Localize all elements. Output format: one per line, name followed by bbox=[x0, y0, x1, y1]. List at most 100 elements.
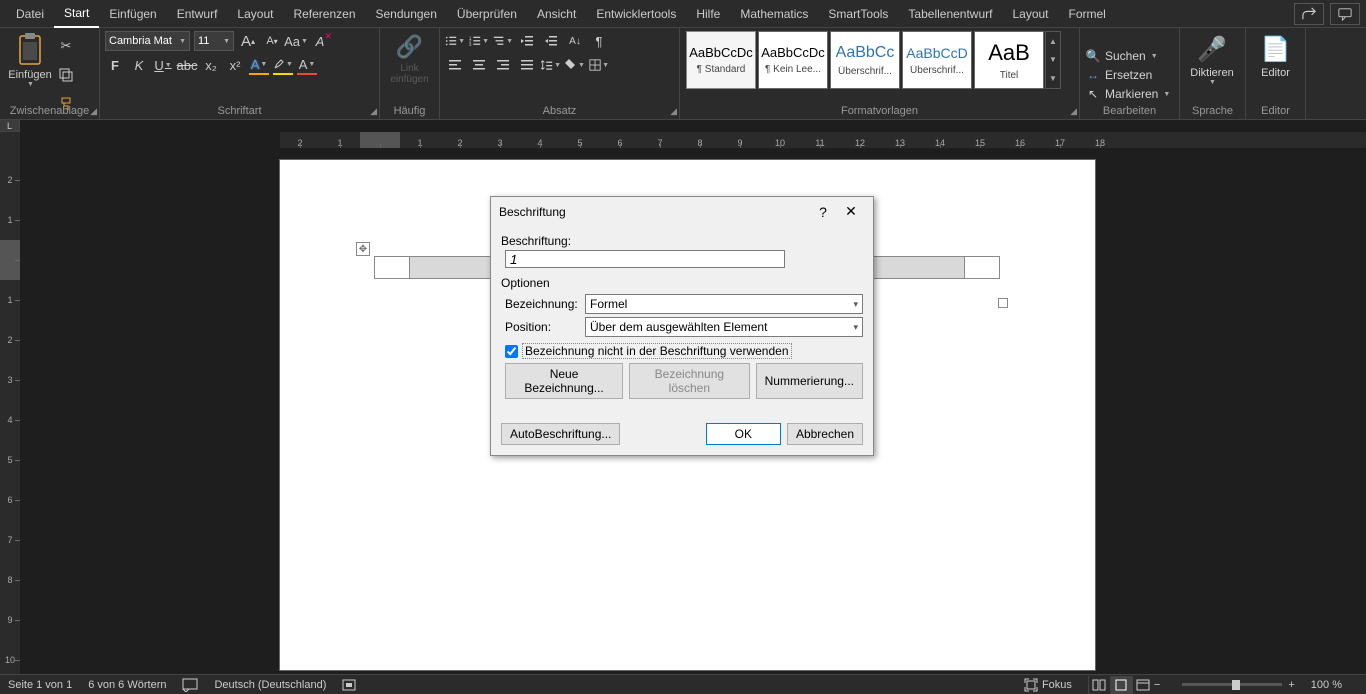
numbering-button[interactable]: 123▼ bbox=[469, 31, 489, 51]
dialog-launcher-icon[interactable]: ◢ bbox=[1070, 106, 1077, 117]
read-mode-button[interactable] bbox=[1088, 676, 1110, 694]
zoom-level[interactable]: 100 % bbox=[1311, 679, 1342, 691]
language-indicator[interactable]: Deutsch (Deutschland) bbox=[214, 679, 326, 691]
dialog-launcher-icon[interactable]: ◢ bbox=[670, 106, 677, 117]
ok-button[interactable]: OK bbox=[706, 423, 781, 445]
select-button[interactable]: ↖Markieren▼ bbox=[1085, 85, 1174, 103]
grow-font-button[interactable]: A▴ bbox=[238, 31, 258, 51]
word-count[interactable]: 6 von 6 Wörtern bbox=[88, 679, 166, 691]
numbering-button[interactable]: Nummerierung... bbox=[756, 363, 863, 399]
macro-icon[interactable] bbox=[342, 678, 356, 692]
chevron-down-icon: ▼ bbox=[27, 81, 34, 88]
align-left-button[interactable] bbox=[445, 55, 465, 75]
borders-button[interactable]: ▼ bbox=[589, 55, 609, 75]
shading-button[interactable]: ▼ bbox=[565, 55, 585, 75]
tab-smarttools[interactable]: SmartTools bbox=[818, 1, 898, 27]
dialog-launcher-icon[interactable]: ◢ bbox=[370, 106, 377, 117]
caption-dialog: Beschriftung ? ✕ Beschriftung: Optionen … bbox=[490, 196, 874, 456]
clear-format-button[interactable]: A✕ bbox=[310, 31, 330, 51]
delete-label-button[interactable]: Bezeichnung löschen bbox=[629, 363, 750, 399]
position-label: Position: bbox=[505, 320, 581, 334]
tab-sendungen[interactable]: Sendungen bbox=[366, 1, 447, 27]
group-label-clipboard: Zwischenablage bbox=[0, 105, 99, 119]
auto-caption-button[interactable]: AutoBeschriftung... bbox=[501, 423, 620, 445]
line-spacing-button[interactable]: ▼ bbox=[541, 55, 561, 75]
page-indicator[interactable]: Seite 1 von 1 bbox=[8, 679, 72, 691]
microphone-icon: 🎤 bbox=[1197, 31, 1227, 67]
tab-ansicht[interactable]: Ansicht bbox=[527, 1, 586, 27]
focus-mode[interactable]: Fokus bbox=[1024, 678, 1072, 692]
tab-layout2[interactable]: Layout bbox=[1002, 1, 1058, 27]
styles-more-button[interactable]: ▲▼▼ bbox=[1045, 31, 1061, 89]
zoom-in-button[interactable]: + bbox=[1288, 679, 1294, 691]
close-button[interactable]: ✕ bbox=[837, 203, 865, 220]
tab-formel[interactable]: Formel bbox=[1059, 1, 1116, 27]
cut-icon[interactable]: ✂ bbox=[57, 37, 75, 55]
style-kein-leerraum[interactable]: AaBbCcDc¶ Kein Lee... bbox=[758, 31, 828, 89]
subscript-button[interactable]: x₂ bbox=[201, 55, 221, 75]
multilevel-list-button[interactable]: ▼ bbox=[493, 31, 513, 51]
justify-button[interactable] bbox=[517, 55, 537, 75]
tab-hilfe[interactable]: Hilfe bbox=[686, 1, 730, 27]
bezeichnung-select[interactable]: Formel▾ bbox=[585, 294, 863, 314]
style-standard[interactable]: AaBbCcDc¶ Standard bbox=[686, 31, 756, 89]
tab-stop-type[interactable]: L bbox=[0, 120, 20, 132]
font-size-select[interactable]: 11▼ bbox=[194, 31, 234, 51]
editor-icon: 📄 bbox=[1261, 31, 1291, 67]
new-label-button[interactable]: Neue Bezeichnung... bbox=[505, 363, 623, 399]
italic-button[interactable]: K bbox=[129, 55, 149, 75]
vertical-ruler[interactable]: 21 12345678910 bbox=[0, 132, 20, 686]
help-button[interactable]: ? bbox=[809, 204, 837, 220]
text-effects-button[interactable]: A▼ bbox=[249, 55, 269, 75]
caption-input[interactable] bbox=[505, 250, 785, 268]
horizontal-ruler[interactable]: 21 123456789101112131415161718 bbox=[280, 132, 1366, 148]
tab-referenzen[interactable]: Referenzen bbox=[283, 1, 365, 27]
position-select[interactable]: Über dem ausgewählten Element▾ bbox=[585, 317, 863, 337]
dialog-launcher-icon[interactable]: ◢ bbox=[90, 106, 97, 117]
highlight-button[interactable]: ▼ bbox=[273, 55, 293, 75]
shrink-font-button[interactable]: A▾ bbox=[262, 31, 282, 51]
show-marks-button[interactable]: ¶ bbox=[589, 31, 609, 51]
decrease-indent-button[interactable] bbox=[517, 31, 537, 51]
comments-icon[interactable] bbox=[1330, 3, 1360, 25]
table-move-handle[interactable]: ✥ bbox=[356, 242, 370, 256]
tab-start[interactable]: Start bbox=[54, 0, 99, 28]
cancel-button[interactable]: Abbrechen bbox=[787, 423, 863, 445]
group-label-common: Häufig bbox=[380, 105, 439, 119]
zoom-slider[interactable] bbox=[1182, 683, 1282, 686]
copy-icon[interactable] bbox=[57, 66, 75, 84]
tab-mathematics[interactable]: Mathematics bbox=[730, 1, 818, 27]
find-button[interactable]: 🔍Suchen▼ bbox=[1085, 47, 1174, 65]
tab-entwicklertools[interactable]: Entwicklertools bbox=[586, 1, 686, 27]
change-case-button[interactable]: Aa▼ bbox=[286, 31, 306, 51]
tab-entwurf[interactable]: Entwurf bbox=[167, 1, 228, 27]
tab-layout[interactable]: Layout bbox=[227, 1, 283, 27]
style-titel[interactable]: AaBTitel bbox=[974, 31, 1044, 89]
bullets-button[interactable]: ▼ bbox=[445, 31, 465, 51]
superscript-button[interactable]: x² bbox=[225, 55, 245, 75]
increase-indent-button[interactable] bbox=[541, 31, 561, 51]
tab-tabellenentwurf[interactable]: Tabellenentwurf bbox=[898, 1, 1002, 27]
align-center-button[interactable] bbox=[469, 55, 489, 75]
zoom-out-button[interactable]: − bbox=[1154, 679, 1160, 691]
strikethrough-button[interactable]: abc bbox=[177, 55, 197, 75]
style-ueberschrift1[interactable]: AaBbCcÜberschrif... bbox=[830, 31, 900, 89]
share-icon[interactable] bbox=[1294, 3, 1324, 25]
tab-ueberpruefen[interactable]: Überprüfen bbox=[447, 1, 527, 27]
table-resize-handle[interactable] bbox=[998, 298, 1008, 308]
underline-button[interactable]: U▼ bbox=[153, 55, 173, 75]
font-name-select[interactable]: Cambria Mat▼ bbox=[105, 31, 190, 51]
replace-button[interactable]: ↔Ersetzen bbox=[1085, 66, 1174, 84]
tab-einfuegen[interactable]: Einfügen bbox=[99, 1, 166, 27]
spellcheck-icon[interactable] bbox=[182, 678, 198, 692]
print-layout-button[interactable] bbox=[1110, 676, 1132, 694]
sort-button[interactable]: A↓ bbox=[565, 31, 585, 51]
web-layout-button[interactable] bbox=[1132, 676, 1154, 694]
link-icon: 🔗 bbox=[396, 31, 423, 63]
tab-datei[interactable]: Datei bbox=[6, 1, 54, 27]
exclude-label-checkbox[interactable] bbox=[505, 345, 518, 358]
style-ueberschrift2[interactable]: AaBbCcDÜberschrif... bbox=[902, 31, 972, 89]
align-right-button[interactable] bbox=[493, 55, 513, 75]
font-color-button[interactable]: A▼ bbox=[297, 55, 317, 75]
bold-button[interactable]: F bbox=[105, 55, 125, 75]
